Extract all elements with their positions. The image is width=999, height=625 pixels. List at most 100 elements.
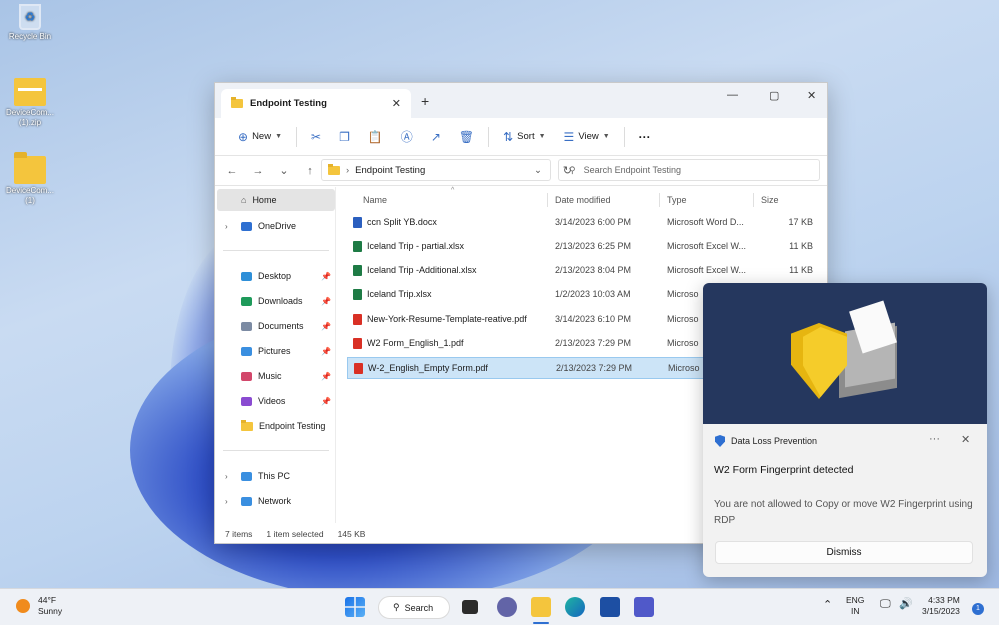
scissors-icon: ✂: [311, 129, 322, 144]
active-app-indicator: [533, 622, 549, 624]
teams-icon[interactable]: [634, 597, 654, 617]
excel-file-icon: [353, 241, 362, 252]
desktop-icon-label: DeviceCom... (1).zip: [5, 108, 54, 127]
breadcrumb[interactable]: Endpoint Testing: [355, 165, 425, 176]
search-input[interactable]: ⚲ Search Endpoint Testing: [558, 159, 820, 181]
paste-button[interactable]: 📋: [359, 124, 392, 150]
sidebar-item-label: Home: [252, 195, 277, 205]
sort-button[interactable]: ⇅ Sort ▼: [494, 124, 554, 150]
plus-circle-icon: ⊕: [238, 129, 249, 144]
trash-icon: 🗑: [458, 129, 475, 144]
excel-file-icon: [353, 289, 362, 300]
sidebar-item-label: OneDrive: [258, 221, 297, 231]
language-code: ENG: [846, 595, 865, 605]
command-bar: ⊕ New ▼ ✂ ❐ 📋 Ⓐ ↗ 🗑 ⇅ Sort ▼ ☰ View ▼ ··…: [215, 118, 827, 156]
sidebar-item-documents[interactable]: Documents 📌: [217, 315, 335, 337]
file-type: Microsoft Excel W...: [667, 241, 747, 251]
chat-icon[interactable]: [497, 597, 517, 617]
up-icon[interactable]: ↑: [297, 165, 323, 177]
sidebar-item-desktop[interactable]: Desktop 📌: [217, 265, 335, 287]
sidebar-item-videos[interactable]: Videos 📌: [217, 390, 335, 412]
close-window-icon[interactable]: ✕: [807, 89, 816, 102]
new-button[interactable]: ⊕ New ▼: [229, 124, 291, 150]
column-header-name[interactable]: Name: [363, 195, 387, 205]
sidebar-item-pictures[interactable]: Pictures 📌: [217, 340, 335, 362]
column-header-size[interactable]: Size: [761, 195, 779, 205]
file-date: 1/2/2023 10:03 AM: [555, 289, 631, 299]
view-button[interactable]: ☰ View ▼: [555, 124, 619, 150]
share-button[interactable]: ↗: [422, 124, 450, 150]
edge-icon[interactable]: [565, 597, 585, 617]
sidebar-item-music[interactable]: Music 📌: [217, 365, 335, 387]
network-icon: [241, 496, 252, 506]
sidebar-item-this-pc[interactable]: › This PC: [217, 465, 335, 487]
close-tab-icon[interactable]: ✕: [392, 97, 401, 110]
rename-button[interactable]: Ⓐ: [392, 124, 422, 150]
store-icon[interactable]: [600, 597, 620, 617]
sidebar-item-home[interactable]: ⌂ Home: [217, 189, 335, 211]
table-row[interactable]: ccn Split YB.docx 3/14/2023 6:00 PM Micr…: [347, 212, 823, 234]
table-row[interactable]: Iceland Trip - partial.xlsx 2/13/2023 6:…: [347, 236, 823, 258]
taskbar-search[interactable]: ⚲ Search: [378, 596, 450, 619]
file-name: Iceland Trip -Additional.xlsx: [367, 265, 477, 275]
cut-button[interactable]: ✂: [302, 124, 330, 150]
expand-chevron-icon[interactable]: ›: [225, 472, 228, 481]
divider: [223, 450, 329, 451]
forward-icon[interactable]: →: [245, 165, 271, 177]
new-tab-button[interactable]: +: [421, 93, 429, 109]
chevron-down-icon[interactable]: ⌄: [534, 165, 542, 176]
sidebar-item-network[interactable]: › Network: [217, 490, 335, 512]
file-name: Iceland Trip.xlsx: [367, 289, 432, 299]
sidebar-item-onedrive[interactable]: › OneDrive: [217, 215, 335, 237]
language-indicator[interactable]: ENG IN: [846, 595, 864, 617]
divider: [623, 126, 625, 147]
desktop-icon-zip[interactable]: DeviceCom... (1).zip: [0, 78, 60, 128]
task-view-icon[interactable]: [462, 600, 478, 614]
file-type: Microso: [667, 314, 699, 324]
clock[interactable]: 4:33 PM 3/15/2023: [922, 595, 960, 617]
desktop-icon-recycle-bin[interactable]: ♻ Recycle Bin: [0, 4, 60, 42]
maximize-icon[interactable]: ▢: [769, 89, 779, 102]
folder-icon: [328, 163, 340, 175]
cloud-icon: [241, 221, 252, 231]
pin-icon: 📌: [321, 396, 331, 406]
desktop-icon-folder[interactable]: DeviceCom... (1): [0, 152, 60, 206]
delete-button[interactable]: 🗑: [450, 124, 483, 150]
expand-chevron-icon[interactable]: ›: [225, 497, 228, 506]
weather-condition: Sunny: [38, 606, 63, 616]
music-icon: [241, 371, 252, 381]
sidebar-item-downloads[interactable]: Downloads 📌: [217, 290, 335, 312]
sidebar-item-label: Pictures: [258, 346, 291, 356]
expand-chevron-icon[interactable]: ›: [225, 222, 228, 231]
dismiss-button[interactable]: Dismiss: [715, 541, 973, 564]
chevron-down-icon: ▼: [275, 133, 283, 140]
close-icon[interactable]: ✕: [961, 433, 970, 446]
column-header-type[interactable]: Type: [667, 195, 687, 205]
sidebar-item-label: Videos: [258, 396, 286, 406]
tab-title: Endpoint Testing: [250, 98, 327, 109]
minimize-icon[interactable]: —: [727, 89, 738, 101]
file-explorer-icon[interactable]: [531, 597, 551, 617]
notification-title: W2 Form Fingerprint detected: [714, 464, 854, 476]
copy-button[interactable]: ❐: [330, 124, 359, 150]
volume-icon[interactable]: 🔊: [899, 599, 913, 610]
more-options-button[interactable]: ···: [630, 124, 660, 150]
address-bar[interactable]: › Endpoint Testing ⌄ ↻: [321, 159, 572, 181]
chevron-up-icon[interactable]: ⌃: [823, 600, 832, 611]
notification-header: Data Loss Prevention: [715, 435, 817, 447]
recent-chevron-icon[interactable]: ⌄: [271, 164, 297, 177]
pin-icon: 📌: [321, 271, 331, 281]
back-icon[interactable]: ←: [219, 165, 245, 177]
shield-icon: [715, 435, 725, 447]
file-size: 11 KB: [789, 265, 813, 275]
weather-widget[interactable]: 44°F Sunny: [16, 595, 62, 617]
column-header-date[interactable]: Date modified: [555, 195, 611, 205]
computer-icon: [241, 471, 252, 481]
sidebar-item-endpoint-testing[interactable]: Endpoint Testing: [217, 415, 335, 437]
table-row[interactable]: Iceland Trip -Additional.xlsx 2/13/2023 …: [347, 260, 823, 282]
tab-endpoint-testing[interactable]: Endpoint Testing ✕: [221, 89, 411, 118]
notification-badge[interactable]: 1: [972, 603, 984, 615]
more-options-icon[interactable]: ···: [929, 433, 940, 445]
display-icon[interactable]: 🖵: [880, 599, 891, 610]
view-label: View: [578, 131, 599, 142]
